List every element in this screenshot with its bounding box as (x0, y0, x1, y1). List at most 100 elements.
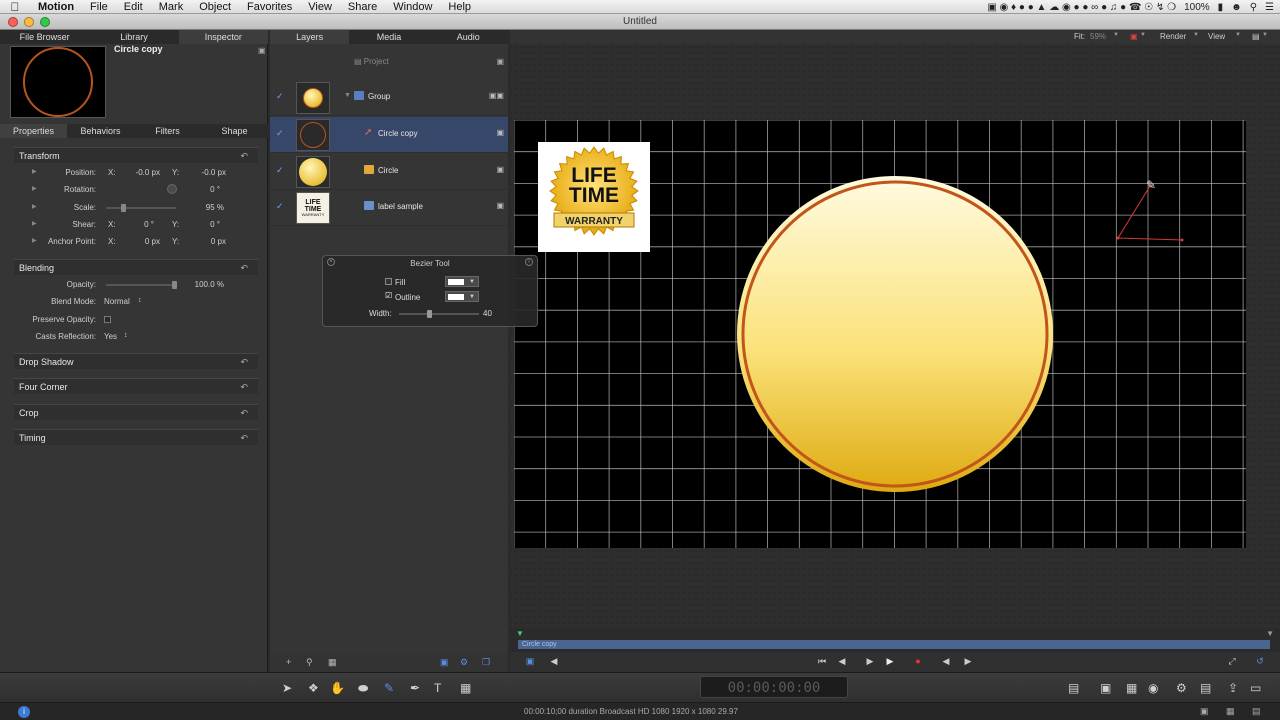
mask-tool-icon[interactable]: ▦ (460, 681, 471, 695)
layer-name[interactable]: Circle copy (378, 129, 418, 138)
gear-icon[interactable]: ⚙ (1176, 681, 1187, 695)
paint-stroke-icon[interactable]: ✒ (410, 681, 420, 695)
opacity-value[interactable]: 100.0 % (190, 280, 224, 289)
width-value[interactable]: 40 (483, 309, 492, 318)
reset-icon[interactable]: ↶ (240, 379, 248, 395)
menu-share[interactable]: Share (340, 0, 385, 14)
menu-object[interactable]: Object (191, 0, 239, 14)
timing-section-header[interactable]: Timing ↶ (14, 429, 258, 445)
lock-icon[interactable]: ▣ (496, 201, 504, 210)
menu-mark[interactable]: Mark (151, 0, 191, 14)
gear-icon[interactable]: ⚙ (460, 657, 468, 668)
battery-icon[interactable]: ▮ (1218, 2, 1224, 13)
lock-icon[interactable]: ▣ (258, 46, 266, 55)
lock-icon[interactable]: ▣▣ (489, 91, 504, 100)
transform-tool-icon[interactable]: ❖ (308, 681, 319, 695)
width-slider-knob[interactable] (427, 310, 432, 318)
hand-pan-icon[interactable]: ✋ (330, 681, 345, 695)
menu-file[interactable]: File (82, 0, 116, 14)
go-to-start-icon[interactable]: ⏮ (816, 656, 828, 667)
reset-icon[interactable]: ↶ (240, 430, 248, 446)
filters-icon[interactable]: ◉ (1148, 681, 1158, 695)
export-icon[interactable]: ▭ (1250, 681, 1261, 695)
layout-icon[interactable]: ▣ (1200, 706, 1209, 717)
visibility-checkbox[interactable]: ✓ (276, 202, 285, 211)
outline-checkbox[interactable]: ☑ (385, 291, 392, 300)
loop-icon[interactable]: ↺ (1254, 656, 1266, 667)
menu-favorites[interactable]: Favorites (239, 0, 300, 14)
next-frame-icon[interactable]: ▶ (864, 656, 876, 667)
position-x-value[interactable]: -0.0 px (124, 168, 160, 177)
out-point-icon[interactable]: ▼ (1266, 629, 1274, 638)
tab-audio[interactable]: Audio (429, 30, 508, 44)
menu-edit[interactable]: Edit (116, 0, 151, 14)
share-icon[interactable]: ⇪ (1228, 681, 1238, 695)
fullscreen-icon[interactable]: ⤢ (1226, 656, 1238, 667)
panel-icon[interactable]: ▤ (1252, 706, 1261, 717)
layer-name[interactable]: Circle (378, 166, 398, 175)
timecode-display[interactable]: 00:00:00:00 (700, 676, 848, 698)
layer-row-group[interactable]: ✓ ▼ Group ▣▣ (270, 80, 508, 116)
layout-icon[interactable]: ▤ (1252, 32, 1260, 41)
disclosure-triangle-icon[interactable]: ▶ (32, 185, 37, 192)
camera-icon[interactable]: ▣ (1100, 681, 1111, 695)
scale-slider-track[interactable] (106, 207, 176, 209)
menu-help[interactable]: Help (440, 0, 479, 14)
play-range-icon[interactable]: ◀ (548, 656, 560, 667)
blending-section-header[interactable]: Blending ↶ (14, 259, 258, 275)
menu-view[interactable]: View (300, 0, 340, 14)
label-sample-image[interactable]: LIFE TIME WARRANTY (538, 142, 650, 252)
tab-layers[interactable]: Layers (270, 30, 350, 44)
fill-checkbox[interactable] (385, 278, 392, 285)
user-icon[interactable]: ☻ (1231, 2, 1242, 13)
spotlight-search-icon[interactable]: ⚲ (1250, 2, 1257, 13)
visibility-checkbox[interactable]: ✓ (276, 129, 285, 138)
output-icon[interactable]: ▤ (1068, 681, 1079, 695)
next-keyframe-icon[interactable]: ▶ (962, 656, 974, 667)
disclosure-triangle-icon[interactable]: ▶ (32, 237, 37, 244)
tab-file-browser[interactable]: File Browser (0, 30, 89, 44)
chevron-down-icon[interactable]: ▼ (1113, 32, 1119, 38)
tab-media[interactable]: Media (349, 30, 428, 44)
casts-reflection-select[interactable]: Yes (104, 332, 117, 341)
menu-window[interactable]: Window (385, 0, 440, 14)
visibility-checkbox[interactable]: ✓ (276, 166, 285, 175)
gold-circle-shape[interactable] (730, 174, 1060, 494)
anchor-x-value[interactable]: 0 px (124, 237, 160, 246)
apple-logo-icon[interactable]:  (0, 0, 30, 14)
scale-value[interactable]: 95 % (190, 203, 224, 212)
tab-inspector[interactable]: Inspector (178, 30, 268, 44)
visibility-checkbox[interactable]: ✓ (276, 92, 285, 101)
layer-row-circle[interactable]: ✓ Circle ▣ (270, 154, 508, 190)
reset-icon[interactable]: ↶ (240, 354, 248, 370)
tab-behaviors[interactable]: Behaviors (67, 124, 134, 138)
split-view-icon[interactable]: ▦ (1226, 706, 1235, 717)
chevron-down-icon[interactable]: ▼ (1193, 32, 1199, 38)
position-y-value[interactable]: -0.0 px (190, 168, 226, 177)
menu-motion[interactable]: Motion (30, 0, 82, 14)
layer-row-circle-copy[interactable]: ✓ ➚ Circle copy ▣ (270, 117, 508, 153)
blend-mode-select[interactable]: Normal (104, 297, 130, 306)
chevron-down-icon[interactable]: ▼ (1140, 32, 1146, 38)
bezier-pen-icon[interactable]: ✎ (384, 681, 394, 695)
view-menu[interactable]: View (1208, 32, 1225, 41)
disclosure-triangle-icon[interactable]: ▶ (32, 168, 37, 175)
stack-icon[interactable]: ❐ (482, 657, 490, 668)
notification-list-icon[interactable]: ☰ (1265, 2, 1274, 13)
play-button-icon[interactable]: ▶ (884, 656, 896, 667)
tab-filters[interactable]: Filters (134, 124, 201, 138)
timeline-layer-bar[interactable]: Circle copy (518, 640, 1270, 649)
search-icon[interactable]: ⚲ (306, 657, 313, 668)
add-layer-icon[interactable]: + (286, 657, 291, 667)
layer-name[interactable]: label sample (378, 202, 423, 211)
outline-color-well[interactable]: ▼ (445, 291, 479, 302)
previous-frame-icon[interactable]: ◀ (836, 656, 848, 667)
record-button-icon[interactable]: ● (912, 656, 924, 666)
opacity-slider-knob[interactable] (172, 281, 177, 289)
layer-row-label-sample[interactable]: ✓ LIFE TIME WARRANTY label sample ▣ (270, 190, 508, 226)
fit-zoom-select[interactable]: 59% (1090, 32, 1106, 41)
layer-name[interactable]: Group (368, 92, 390, 101)
bezier-control-point[interactable] (1180, 238, 1184, 242)
lock-icon[interactable]: ▣ (496, 128, 504, 137)
playhead-icon[interactable]: ▼ (516, 629, 524, 638)
